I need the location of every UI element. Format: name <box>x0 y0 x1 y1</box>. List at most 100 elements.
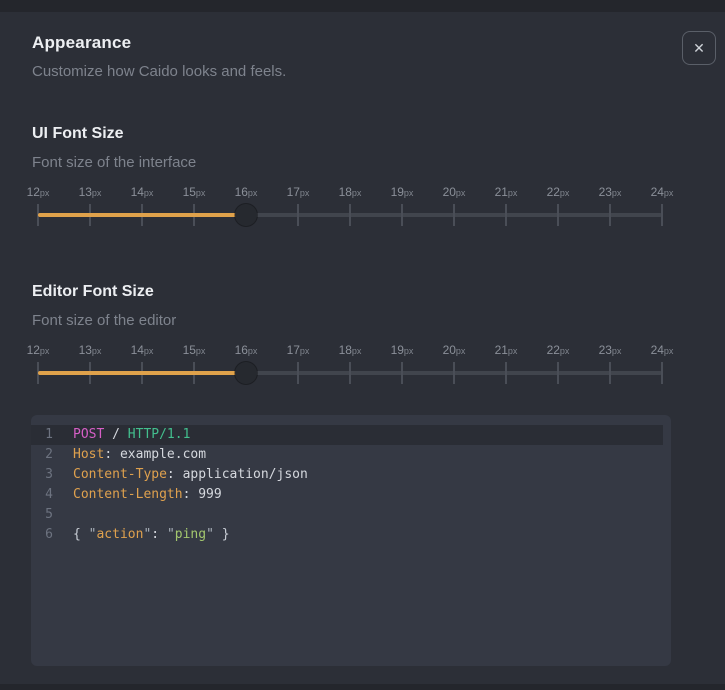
tick-unit: px <box>559 188 570 198</box>
code-token: : <box>104 447 120 462</box>
tick-unit: px <box>247 346 258 356</box>
code-line[interactable]: 2 Host: example.com <box>31 445 663 465</box>
code-line[interactable]: 5 <box>31 505 663 525</box>
slider-tick-label: 14px <box>131 183 154 201</box>
slider-fill <box>38 371 246 375</box>
tick-unit: px <box>663 188 674 198</box>
slider-tick-label: 23px <box>599 341 622 359</box>
slider-handle[interactable] <box>235 204 257 226</box>
code-token: application/json <box>182 467 308 482</box>
editor-font-size-slider[interactable]: 12px 13px 14px 15px 16px 17px 18px 19px 20px 21px… <box>27 339 673 391</box>
line-number: 2 <box>45 447 53 462</box>
tick-number: 23 <box>598 185 612 199</box>
tick-unit: px <box>351 346 362 356</box>
tick-unit: px <box>611 188 622 198</box>
slider-tick-label: 18px <box>339 183 362 201</box>
tick-unit: px <box>91 346 102 356</box>
tick-number: 18 <box>338 185 352 199</box>
close-icon: ✕ <box>693 40 705 56</box>
slider-tick <box>557 362 559 384</box>
slider-tick <box>349 204 351 226</box>
tick-unit: px <box>143 346 154 356</box>
slider-tick <box>661 362 663 384</box>
editor-preview[interactable]: 1 POST / HTTP/1.1 2 Host: example.com 3 Conte… <box>31 415 671 666</box>
tick-unit: px <box>143 188 154 198</box>
ui-font-size-slider[interactable]: 12px 13px 14px 15px 16px 17px 18px 19px 20px 21px… <box>27 181 673 233</box>
slider-tick-label: 23px <box>599 183 622 201</box>
editor-font-size-heading: Editor Font Size <box>32 283 154 300</box>
slider-tick-label: 18px <box>339 341 362 359</box>
tick-number: 22 <box>546 185 560 199</box>
tick-unit: px <box>403 188 414 198</box>
line-number: 3 <box>45 467 53 482</box>
tick-unit: px <box>91 188 102 198</box>
code-token: HTTP/1.1 <box>127 427 191 442</box>
slider-handle[interactable] <box>235 362 257 384</box>
slider-tick-label: 21px <box>495 183 518 201</box>
tick-unit: px <box>507 188 518 198</box>
slider-tick-label: 20px <box>443 341 466 359</box>
slider-tick-label: 16px <box>235 183 258 201</box>
code-token: : <box>151 527 167 542</box>
slider-tick-label: 15px <box>183 183 206 201</box>
dialog-subtitle: Customize how Caido looks and feels. <box>32 63 287 80</box>
tick-number: 13 <box>78 185 92 199</box>
tick-unit: px <box>351 188 362 198</box>
section-ui-font-size: UI Font Size Font size of the interface … <box>0 125 725 233</box>
section-editor-font-size: Editor Font Size Font size of the editor… <box>0 283 725 391</box>
tick-unit: px <box>247 188 258 198</box>
code-line[interactable]: 6{ "action": "ping" } <box>31 525 663 545</box>
slider-tick <box>609 362 611 384</box>
slider-tick <box>505 204 507 226</box>
slider-tick-label: 19px <box>391 341 414 359</box>
slider-tick-label: 22px <box>547 341 570 359</box>
tick-unit: px <box>559 346 570 356</box>
tick-number: 14 <box>130 343 144 357</box>
tick-unit: px <box>299 188 310 198</box>
tick-number: 17 <box>286 185 300 199</box>
code-line[interactable]: 3 Content-Type: application/json <box>31 465 663 485</box>
tick-number: 12 <box>26 185 40 199</box>
tick-number: 15 <box>182 343 196 357</box>
slider-tick <box>297 204 299 226</box>
slider-tick-label: 12px <box>27 341 50 359</box>
appearance-dialog: ✕ Appearance Customize how Caido looks a… <box>0 12 725 684</box>
slider-tick <box>609 204 611 226</box>
slider-tick <box>349 362 351 384</box>
tick-number: 24 <box>650 185 664 199</box>
slider-tick-label: 17px <box>287 183 310 201</box>
ui-font-size-description: Font size of the interface <box>32 154 197 171</box>
code-token: 999 <box>198 487 222 502</box>
code-line[interactable]: 4 Content-Length: 999 <box>31 485 663 505</box>
line-number: 4 <box>45 487 53 502</box>
dialog-title: Appearance <box>32 33 132 52</box>
slider-tick-label: 13px <box>79 341 102 359</box>
tick-unit: px <box>403 346 414 356</box>
line-number: 1 <box>45 427 53 442</box>
slider-tick <box>297 362 299 384</box>
code-token: POST <box>73 427 105 442</box>
tick-number: 21 <box>494 343 508 357</box>
slider-tick <box>453 204 455 226</box>
tick-number: 20 <box>442 343 456 357</box>
code-token: Content-Length <box>73 487 183 502</box>
slider-tick-label: 20px <box>443 183 466 201</box>
code-line[interactable]: 1 POST / HTTP/1.1 <box>31 425 663 445</box>
slider-tick-label: 15px <box>183 341 206 359</box>
tick-unit: px <box>39 188 50 198</box>
tick-number: 18 <box>338 343 352 357</box>
code-content: { "action": "ping" } <box>53 525 230 545</box>
slider-fill <box>38 213 246 217</box>
tick-number: 16 <box>234 343 248 357</box>
line-number: 6 <box>45 527 53 542</box>
tick-unit: px <box>507 346 518 356</box>
tick-number: 21 <box>494 185 508 199</box>
tick-number: 14 <box>130 185 144 199</box>
slider-tick-label: 12px <box>27 183 50 201</box>
slider-tick-label: 22px <box>547 183 570 201</box>
close-button[interactable]: ✕ <box>682 31 716 65</box>
slider-tick <box>453 362 455 384</box>
tick-number: 15 <box>182 185 196 199</box>
